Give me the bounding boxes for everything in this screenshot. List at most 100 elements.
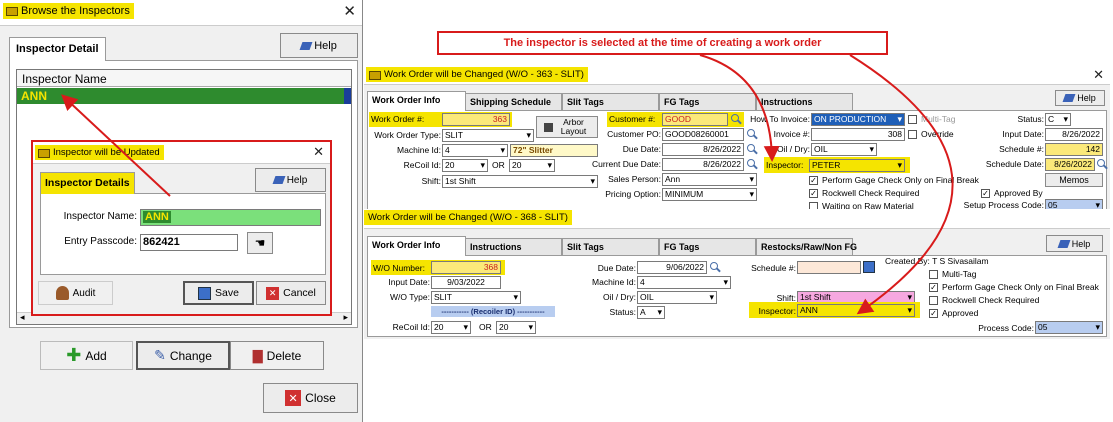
tab-fg-tags[interactable]: FG Tags xyxy=(659,93,756,111)
due-date-value: 8/26/2022 xyxy=(703,144,741,154)
recoil-id-select-1[interactable]: 20 xyxy=(442,159,488,172)
scroll-left-icon[interactable]: ◂ xyxy=(20,312,25,323)
save-button[interactable]: Save xyxy=(183,281,254,305)
add-button[interactable]: ✚ Add xyxy=(40,341,133,370)
tab-instructions[interactable]: Instructions xyxy=(465,238,562,256)
wo1-title-text: Work Order will be Changed (W/O - 363 - … xyxy=(384,69,584,80)
current-due-label: Current Due Date: xyxy=(592,159,661,169)
wo-type-select[interactable]: SLIT xyxy=(442,129,534,142)
schedule-number-field[interactable]: 142 xyxy=(1045,143,1103,156)
tab-work-order-info[interactable]: Work Order Info xyxy=(367,236,466,256)
help-button[interactable]: Help xyxy=(255,168,326,192)
recoil-id-select-2[interactable]: 20 xyxy=(496,321,536,334)
customer-value: GOOD xyxy=(665,114,691,124)
close-icon[interactable]: ✕ xyxy=(1093,67,1104,83)
current-due-calendar-icon[interactable] xyxy=(746,158,758,170)
schedule-picker-icon[interactable] xyxy=(863,261,875,273)
gage-check-label: Perform Gage Check Only on Final Break xyxy=(942,282,1099,292)
shift-select[interactable]: 1st Shift xyxy=(442,175,598,188)
recoil-id-select-1[interactable]: 20 xyxy=(431,321,471,334)
schedule-number-field[interactable] xyxy=(797,261,861,274)
schedule-date-field[interactable]: 8/26/2022 xyxy=(1045,158,1095,171)
column-header: Inspector Name xyxy=(17,70,351,87)
due-date-field[interactable]: 8/26/2022 xyxy=(662,143,744,156)
tab-slit-tags[interactable]: Slit Tags xyxy=(562,238,659,256)
inspector-select[interactable]: ANN xyxy=(797,304,915,317)
gage-check-checkbox[interactable]: ✓ xyxy=(929,283,938,292)
tab-inspector-detail[interactable]: Inspector Detail xyxy=(9,37,106,61)
tab-label: Instructions xyxy=(761,97,813,107)
invoice-number-field[interactable]: 308 xyxy=(811,128,905,141)
help-button[interactable]: Help xyxy=(280,33,358,58)
wo-number-field[interactable]: 368 xyxy=(431,261,501,274)
machine-id-select[interactable]: 4 xyxy=(442,144,508,157)
customer-po-field[interactable]: GOOD08260001 xyxy=(662,128,744,141)
work-order-368-window: Work Order will be Changed (W/O - 368 - … xyxy=(364,209,1110,339)
inspector-label: Inspector: xyxy=(766,160,804,170)
customer-field[interactable]: GOOD xyxy=(662,113,728,126)
audit-button[interactable]: Audit xyxy=(38,281,113,305)
wo-number-label: W/O Number: xyxy=(373,263,425,273)
close-icon[interactable]: ✕ xyxy=(343,4,356,20)
approved-by-checkbox[interactable]: ✓ xyxy=(981,189,990,198)
status-select[interactable]: A xyxy=(637,306,665,319)
help-button[interactable]: Help xyxy=(1055,90,1105,106)
input-date-label: Input Date: xyxy=(1002,129,1044,139)
close-button[interactable]: ✕ Close xyxy=(263,383,358,413)
arbor-layout-button[interactable]: Arbor Layout xyxy=(536,116,598,138)
tab-work-order-info[interactable]: Work Order Info xyxy=(367,91,466,111)
tab-slit-tags[interactable]: Slit Tags xyxy=(562,93,659,111)
pricing-option-select[interactable]: MINIMUM xyxy=(662,188,757,201)
memos-label: Memos xyxy=(1059,175,1089,185)
how-to-invoice-select[interactable]: ON PRODUCTION xyxy=(811,113,905,126)
created-by-label: Created By: T S Sivasailam xyxy=(885,256,989,266)
oil-dry-value: OIL xyxy=(640,292,654,302)
change-button[interactable]: ✎ Change xyxy=(136,341,230,370)
rockwell-checkbox[interactable]: ✓ xyxy=(809,189,818,198)
scroll-right-icon[interactable]: ▸ xyxy=(343,312,348,323)
inspector-value: PETER xyxy=(812,160,841,170)
oil-dry-select[interactable]: OIL xyxy=(811,143,877,156)
recoil-id-select-2[interactable]: 20 xyxy=(509,159,555,172)
cancel-label: Cancel xyxy=(283,287,316,299)
vertical-scrollbar[interactable] xyxy=(344,88,351,104)
tab-restocks[interactable]: Restocks/Raw/Non FG xyxy=(756,238,857,256)
status-select[interactable]: C xyxy=(1045,113,1071,126)
help-button[interactable]: Help xyxy=(1046,235,1103,252)
delete-button[interactable]: ▇ Delete xyxy=(230,341,324,370)
how-to-invoice-label: How To Invoice: xyxy=(750,114,810,124)
gage-check-checkbox[interactable]: ✓ xyxy=(809,176,818,185)
oil-dry-select[interactable]: OIL xyxy=(637,291,717,304)
fingerprint-button[interactable]: ☚ xyxy=(247,232,273,254)
help-icon xyxy=(299,41,313,50)
approved-checkbox[interactable]: ✓ xyxy=(929,309,938,318)
tab-inspector-details[interactable]: Inspector Details xyxy=(40,172,135,194)
multi-tag-checkbox[interactable] xyxy=(908,115,917,124)
due-date-calendar-icon[interactable] xyxy=(709,261,721,273)
entry-passcode-field[interactable]: 862421 xyxy=(140,234,238,251)
tab-fg-tags[interactable]: FG Tags xyxy=(659,238,756,256)
memos-button[interactable]: Memos xyxy=(1045,173,1103,187)
machine-id-select[interactable]: 4 xyxy=(637,276,731,289)
inspector-select[interactable]: PETER xyxy=(809,159,905,172)
due-date-calendar-icon[interactable] xyxy=(746,143,758,155)
wo-type-select[interactable]: SLIT xyxy=(431,291,521,304)
override-checkbox[interactable] xyxy=(908,130,917,139)
tab-inspector-detail-label: Inspector Detail xyxy=(16,43,99,55)
schedule-search-icon[interactable] xyxy=(1096,158,1108,170)
wo-number-field[interactable]: 363 xyxy=(442,113,510,126)
customer-po-search-icon[interactable] xyxy=(746,128,758,140)
table-row[interactable]: ANN xyxy=(17,88,344,104)
sales-person-select[interactable]: Ann xyxy=(662,173,757,186)
inspector-name-cell: ANN xyxy=(21,89,47,103)
cancel-button[interactable]: ✕ Cancel xyxy=(256,281,326,305)
rockwell-checkbox[interactable] xyxy=(929,296,938,305)
wo2-titlebar: Work Order will be Changed (W/O - 368 - … xyxy=(364,209,1110,229)
process-code-select[interactable]: 05 xyxy=(1035,321,1103,334)
multi-tag-checkbox[interactable] xyxy=(929,270,938,279)
tab-instructions[interactable]: Instructions xyxy=(756,93,853,111)
tab-shipping-schedule[interactable]: Shipping Schedule xyxy=(465,93,562,111)
inspector-name-field[interactable]: ANN xyxy=(140,209,321,226)
close-icon[interactable]: ✕ xyxy=(313,144,324,160)
due-date-field[interactable]: 9/06/2022 xyxy=(637,261,707,274)
